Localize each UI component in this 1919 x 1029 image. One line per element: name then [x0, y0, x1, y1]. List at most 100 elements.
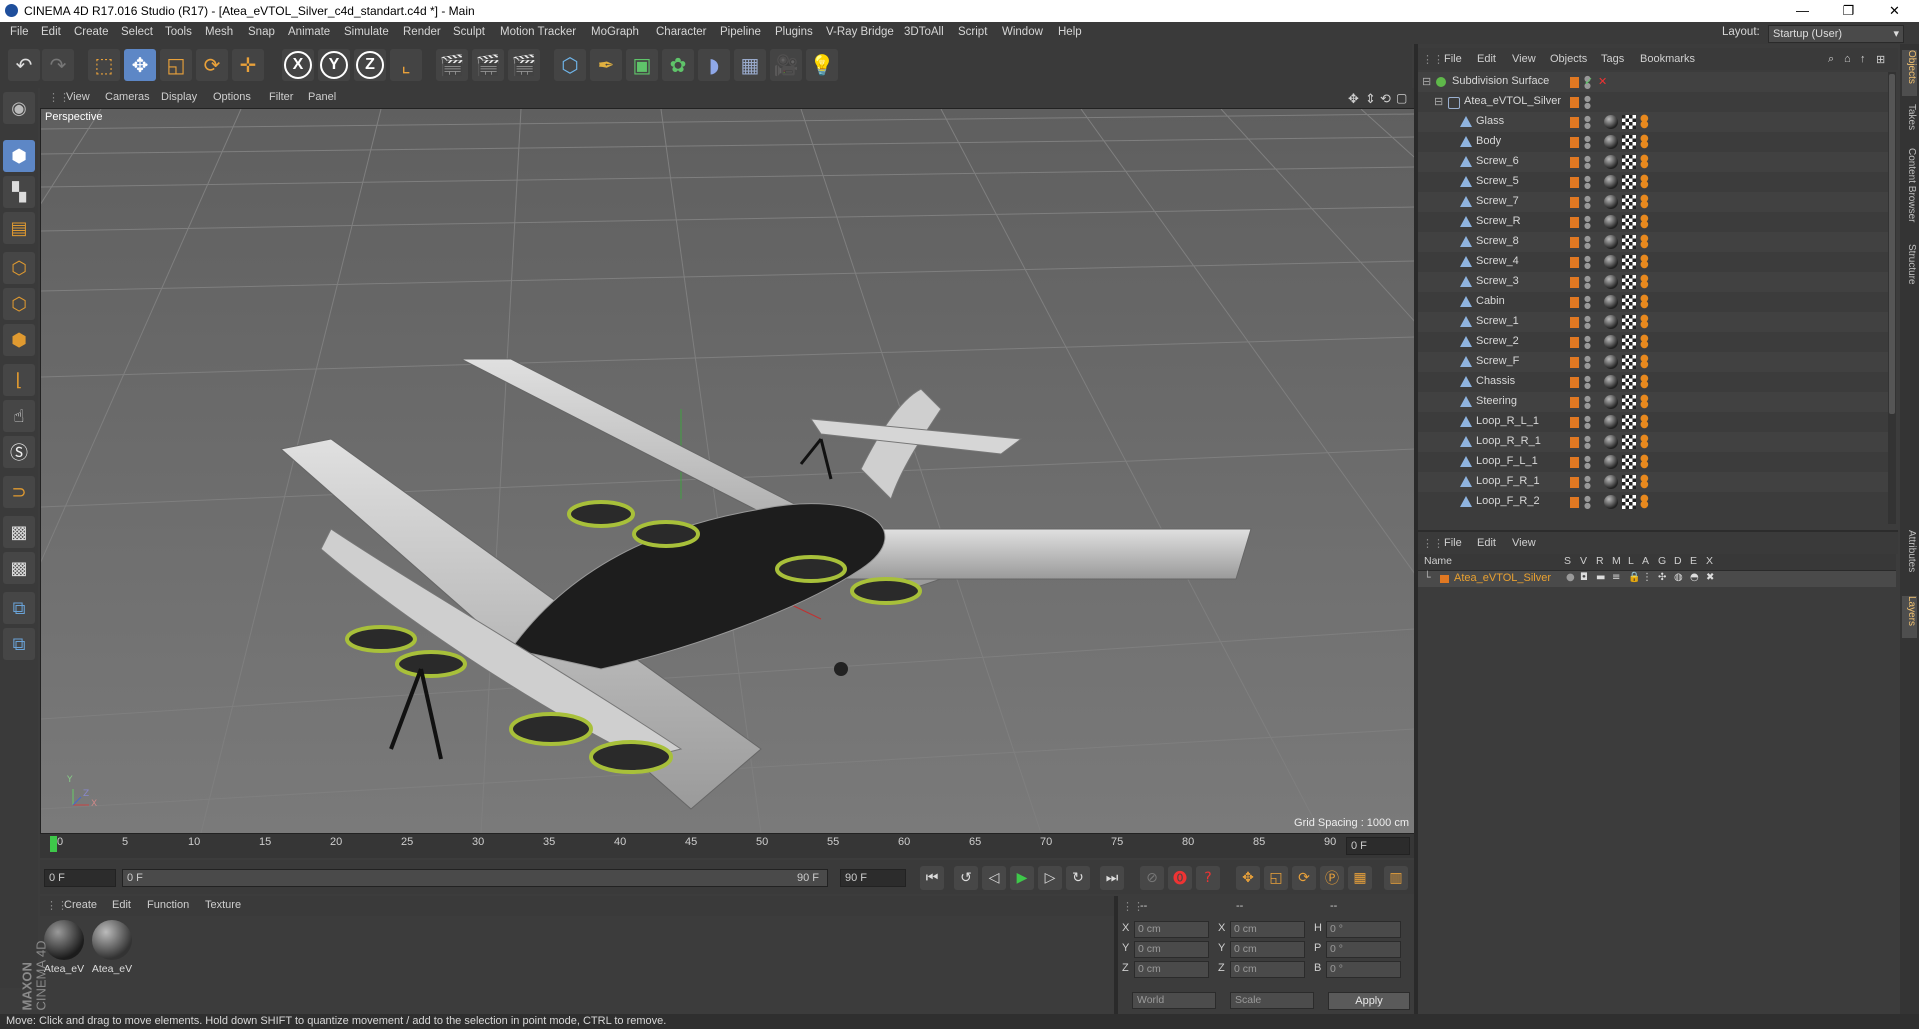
key-param-button[interactable]: Ⓟ: [1320, 866, 1344, 890]
move-tool-button[interactable]: ✥: [124, 49, 156, 81]
menu-render[interactable]: Render: [403, 26, 441, 38]
object-menu-view[interactable]: View: [1512, 53, 1536, 65]
layer-expression-icon[interactable]: ◓: [1690, 572, 1699, 583]
playhead[interactable]: [50, 836, 57, 852]
panel-splitter[interactable]: [1114, 896, 1118, 1014]
workplane-button[interactable]: ▤: [3, 212, 35, 244]
object-menu-tags[interactable]: Tags: [1601, 53, 1624, 65]
layer-manager-icon[interactable]: ≡: [1612, 572, 1620, 583]
render-view-button[interactable]: 🎬: [436, 49, 468, 81]
texture-tag-icon[interactable]: [1622, 255, 1636, 269]
layer-color-tag[interactable]: [1570, 217, 1579, 228]
scrollbar-thumb[interactable]: [1889, 74, 1895, 414]
viewport-menu-display[interactable]: Display: [161, 91, 197, 103]
camera-button[interactable]: 🎥: [770, 49, 802, 81]
object-row[interactable]: Glass ● ● ● ●: [1418, 112, 1888, 132]
object-row[interactable]: Screw_5 ● ● ● ●: [1418, 172, 1888, 192]
layer-color-tag[interactable]: [1570, 237, 1579, 248]
viewport-menu-cameras[interactable]: Cameras: [105, 91, 150, 103]
rotate-tool-button[interactable]: ⟳: [196, 49, 228, 81]
layer-color-tag[interactable]: [1570, 477, 1579, 488]
visibility-dots-icon[interactable]: ● ●: [1584, 495, 1591, 510]
layer-col-solo[interactable]: S: [1564, 555, 1571, 567]
texture-tag-icon[interactable]: [1622, 295, 1636, 309]
material-tag-icon[interactable]: [1604, 355, 1618, 369]
position-x-field[interactable]: 0 cm: [1134, 921, 1209, 938]
menu-select[interactable]: Select: [121, 26, 153, 38]
material-tag-icon[interactable]: [1604, 495, 1618, 509]
layer-color-tag[interactable]: [1570, 337, 1579, 348]
rotation-b-field[interactable]: 0 °: [1326, 961, 1401, 978]
render-settings-button[interactable]: 🎬: [508, 49, 540, 81]
material-menu-function[interactable]: Function: [147, 899, 189, 911]
timeline-window-button[interactable]: ▥: [1384, 866, 1408, 890]
layer-col-render[interactable]: R: [1596, 555, 1604, 567]
size-y-field[interactable]: 0 cm: [1230, 941, 1305, 958]
phong-tag-icon[interactable]: ● ●: [1640, 214, 1650, 230]
layer-col-animation[interactable]: A: [1642, 555, 1649, 567]
viewport-menu-filter[interactable]: Filter: [269, 91, 293, 103]
visibility-dots-icon[interactable]: ● ●: [1584, 135, 1591, 150]
up-arrow-icon[interactable]: ↑: [1860, 53, 1866, 65]
goto-start-button[interactable]: ⏮: [920, 866, 944, 890]
layer-xref-icon[interactable]: ✖: [1706, 572, 1714, 583]
record-keys-button[interactable]: ⊘: [1140, 866, 1164, 890]
object-name[interactable]: Screw_8: [1476, 235, 1519, 247]
minimize-button[interactable]: —: [1780, 0, 1825, 22]
close-button[interactable]: ✕: [1872, 0, 1917, 22]
object-menu-bookmarks[interactable]: Bookmarks: [1640, 53, 1695, 65]
object-row[interactable]: Loop_F_R_1 ● ● ● ●: [1418, 472, 1888, 492]
object-row[interactable]: Screw_R ● ● ● ●: [1418, 212, 1888, 232]
coordinate-system-button[interactable]: ⌞: [390, 49, 422, 81]
snap-button[interactable]: Ⓢ: [3, 436, 35, 468]
cloner-button[interactable]: ✿: [662, 49, 694, 81]
viewport-menu-options[interactable]: Options: [213, 91, 251, 103]
layer-color-tag[interactable]: [1570, 197, 1579, 208]
tab-structure[interactable]: Structure: [1902, 244, 1917, 296]
texture-tag-icon[interactable]: [1622, 135, 1636, 149]
tree-collapse-icon[interactable]: ⊟: [1422, 75, 1431, 88]
object-menu-objects[interactable]: Objects: [1550, 53, 1587, 65]
object-row[interactable]: Screw_6 ● ● ● ●: [1418, 152, 1888, 172]
layer-name[interactable]: Atea_eVTOL_Silver: [1454, 572, 1551, 584]
live-selection-button[interactable]: ⬚: [88, 49, 120, 81]
layer-lock-icon[interactable]: 🔒: [1628, 572, 1640, 583]
phong-tag-icon[interactable]: ● ●: [1640, 354, 1650, 370]
current-frame-field[interactable]: 0 F: [1346, 837, 1410, 855]
goto-end-button[interactable]: ⏭: [1100, 866, 1124, 890]
menu-script[interactable]: Script: [958, 26, 987, 38]
layer-animation-icon[interactable]: ⋮: [1642, 572, 1652, 583]
phong-tag-icon[interactable]: ● ●: [1640, 234, 1650, 250]
layer-col-deformers[interactable]: D: [1674, 555, 1682, 567]
visibility-dots-icon[interactable]: ● ●: [1584, 155, 1591, 170]
texture-tag-icon[interactable]: [1622, 455, 1636, 469]
menu-3dtoall[interactable]: 3DToAll: [904, 26, 944, 38]
object-row[interactable]: Screw_2 ● ● ● ●: [1418, 332, 1888, 352]
menu-character[interactable]: Character: [656, 26, 707, 38]
object-name[interactable]: Subdivision Surface: [1452, 75, 1549, 87]
menu-tools[interactable]: Tools: [165, 26, 192, 38]
scale-tool-button[interactable]: ◱: [160, 49, 192, 81]
layer-color-tag[interactable]: [1570, 97, 1579, 108]
object-row[interactable]: Screw_8 ● ● ● ●: [1418, 232, 1888, 252]
menu-motion-tracker[interactable]: Motion Tracker: [500, 26, 576, 38]
home-icon[interactable]: ⌂: [1844, 53, 1851, 65]
enabled-check-icon[interactable]: ✓: [1584, 75, 1593, 88]
layer-row[interactable]: └ Atea_eVTOL_Silver ● ◘ ▬ ≡ 🔒 ⋮ ✣ ◍ ◓ ✖: [1418, 571, 1896, 587]
texture-tag-icon[interactable]: [1622, 275, 1636, 289]
object-row[interactable]: Screw_3 ● ● ● ●: [1418, 272, 1888, 292]
object-name[interactable]: Loop_R_L_1: [1476, 415, 1539, 427]
axis-mode-button[interactable]: ⌊: [3, 364, 35, 396]
object-row[interactable]: Screw_7 ● ● ● ●: [1418, 192, 1888, 212]
model-mode-button[interactable]: ⬢: [3, 140, 35, 172]
object-name[interactable]: Loop_R_R_1: [1476, 435, 1541, 447]
layer-solo-icon[interactable]: ●: [1566, 572, 1575, 583]
visibility-dots-icon[interactable]: ● ●: [1584, 175, 1591, 190]
viewport-menu-panel[interactable]: Panel: [308, 91, 336, 103]
object-name[interactable]: Screw_5: [1476, 175, 1519, 187]
object-row[interactable]: Chassis ● ● ● ●: [1418, 372, 1888, 392]
lock-workplane-button[interactable]: ▩: [3, 516, 35, 548]
texture-tag-icon[interactable]: [1622, 315, 1636, 329]
phong-tag-icon[interactable]: ● ●: [1640, 314, 1650, 330]
layer-color-tag[interactable]: [1570, 117, 1579, 128]
